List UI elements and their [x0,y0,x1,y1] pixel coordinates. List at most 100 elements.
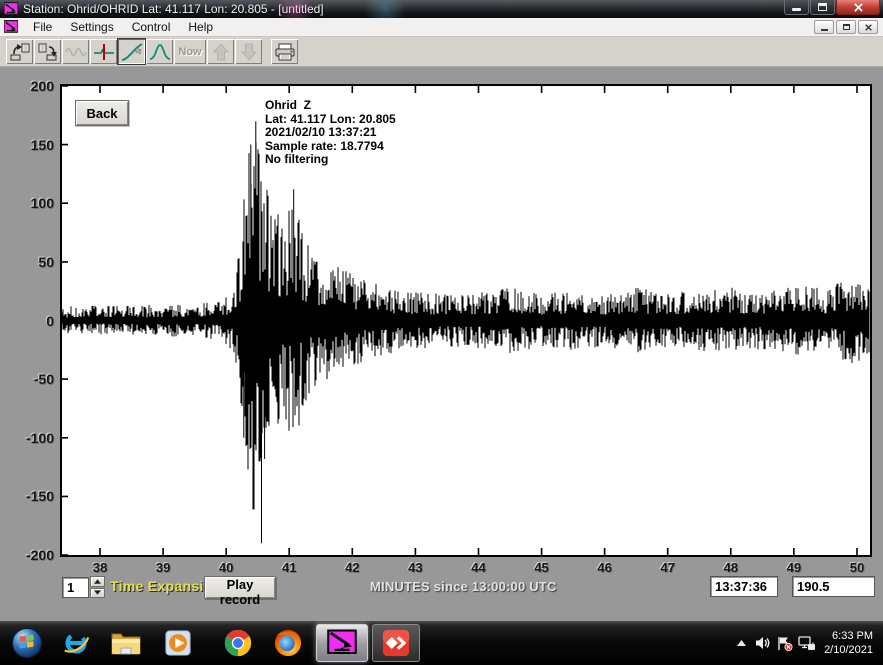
x-axis-caption: MINUTES since 13:00:00 UTC [370,579,557,594]
pick-arrival-button[interactable] [90,39,117,64]
start-button[interactable] [11,627,43,659]
spin-down-button[interactable] [90,588,105,599]
y-axis-label: -150 [6,488,54,504]
child-restore-button[interactable] [836,20,856,34]
annotation-line: Ohrid Z [265,99,396,113]
annotation-line: 2021/02/10 13:37:21 [265,126,396,140]
clock-time: 6:33 PM [824,629,873,643]
annotation-line: Sample rate: 18.7794 [265,140,396,154]
toolbar: Now [0,37,883,67]
waveform-icon [65,42,87,62]
close-button[interactable] [836,0,880,15]
clock-date: 2/10/2021 [824,643,873,657]
x-axis-label: 48 [711,560,751,575]
annotation-line: No filtering [265,153,396,167]
now-label: Now [178,46,201,58]
windows-start-icon [11,627,43,659]
save-event-button[interactable] [34,39,61,64]
pick-arrival-icon [93,42,115,62]
save-event-icon [37,42,59,62]
app-icon [4,2,18,16]
amplitude-field[interactable]: 190.5 [792,576,875,597]
y-axis-label: 100 [6,195,54,211]
network-icon[interactable] [798,635,816,651]
screen: Station: Ohrid/OHRID Lat: 41.117 Lon: 20… [0,0,883,665]
travel-time-curve-icon [121,42,143,62]
helicorder-view: 200150100500-50-100-150-200 383940414243… [0,67,883,621]
x-axis-label: 47 [648,560,688,575]
child-close-button[interactable] [858,20,878,34]
child-window-icon[interactable] [4,20,18,34]
taskbar-clock[interactable]: 6:33 PM 2/10/2021 [824,629,873,657]
amaseis-icon [327,628,357,658]
chevron-up-icon [737,640,746,646]
time-expansion-stepper [90,576,105,598]
extract-event-button[interactable] [6,39,33,64]
window-titlebar: Station: Ohrid/OHRID Lat: 41.117 Lon: 20… [0,0,883,18]
x-axis-label: 43 [395,560,435,575]
arrow-down-icon [240,42,258,62]
scroll-down-button[interactable] [235,39,262,64]
seismogram-plot[interactable] [60,84,872,557]
show-hidden-icons-button[interactable] [732,635,750,651]
y-axis-label: 0 [6,313,54,329]
extract-event-icon [9,42,31,62]
menu-item-file[interactable]: File [24,18,61,37]
filter-waveform-button[interactable] [62,39,89,64]
taskbar-amaseis-button[interactable] [316,624,368,662]
time-expansion-value[interactable]: 1 [62,577,89,598]
print-icon [274,42,296,62]
seismogram-trace [62,121,869,543]
play-record-button[interactable]: Play record [204,576,276,599]
cursor-time-field[interactable]: 13:37:36 [710,576,778,597]
bell-curve-icon [149,42,171,62]
spin-down-icon [94,590,101,595]
trace-annotation: Ohrid ZLat: 41.117 Lon: 20.8052021/02/10… [265,99,396,167]
file-explorer-icon[interactable] [110,627,142,659]
internet-explorer-icon[interactable] [60,627,92,659]
scroll-up-button[interactable] [207,39,234,64]
y-axis-label: -200 [6,547,54,563]
x-axis-label: 49 [774,560,814,575]
taskbar: 6:33 PM 2/10/2021 [0,621,883,665]
magnitude-curve-button[interactable] [146,39,173,64]
menu-item-help[interactable]: Help [179,18,222,37]
x-axis-label: 38 [80,560,120,575]
y-axis-label: 200 [6,78,54,94]
y-axis-label: 50 [6,254,54,270]
y-axis-label: -100 [6,430,54,446]
y-axis-label: 150 [6,137,54,153]
y-axis-label: -50 [6,371,54,387]
x-axis-label: 39 [143,560,183,575]
window-title: Station: Ohrid/OHRID Lat: 41.117 Lon: 20… [23,2,324,16]
media-player-icon[interactable] [162,627,194,659]
travel-time-curves-button[interactable] [118,39,145,64]
now-button[interactable]: Now [174,39,206,64]
chrome-icon[interactable] [222,627,254,659]
x-axis-label: 50 [837,560,877,575]
restore-button[interactable] [810,0,835,15]
annotation-line: Lat: 41.117 Lon: 20.805 [265,113,396,127]
x-axis-label: 46 [585,560,625,575]
arrow-up-icon [212,42,230,62]
menu-item-control[interactable]: Control [123,18,180,37]
menu-item-settings[interactable]: Settings [61,18,122,37]
child-minimize-button[interactable] [814,20,834,34]
spin-up-button[interactable] [90,576,105,587]
back-button[interactable]: Back [75,100,129,126]
taskbar-red-launcher-button[interactable] [372,624,420,662]
x-axis-label: 40 [206,560,246,575]
minimize-button[interactable] [784,0,809,15]
menu-items: FileSettingsControlHelp [24,18,222,36]
x-axis-label: 42 [332,560,372,575]
firefox-icon[interactable] [272,627,304,659]
x-axis-label: 45 [522,560,562,575]
volume-icon[interactable] [754,635,772,651]
action-center-flag-icon[interactable] [776,635,794,651]
print-button[interactable] [271,39,298,64]
spin-up-icon [94,579,101,584]
menubar: FileSettingsControlHelp [0,18,883,37]
x-axis-label: 41 [269,560,309,575]
red-launcher-icon [381,628,411,658]
x-axis-label: 44 [458,560,498,575]
